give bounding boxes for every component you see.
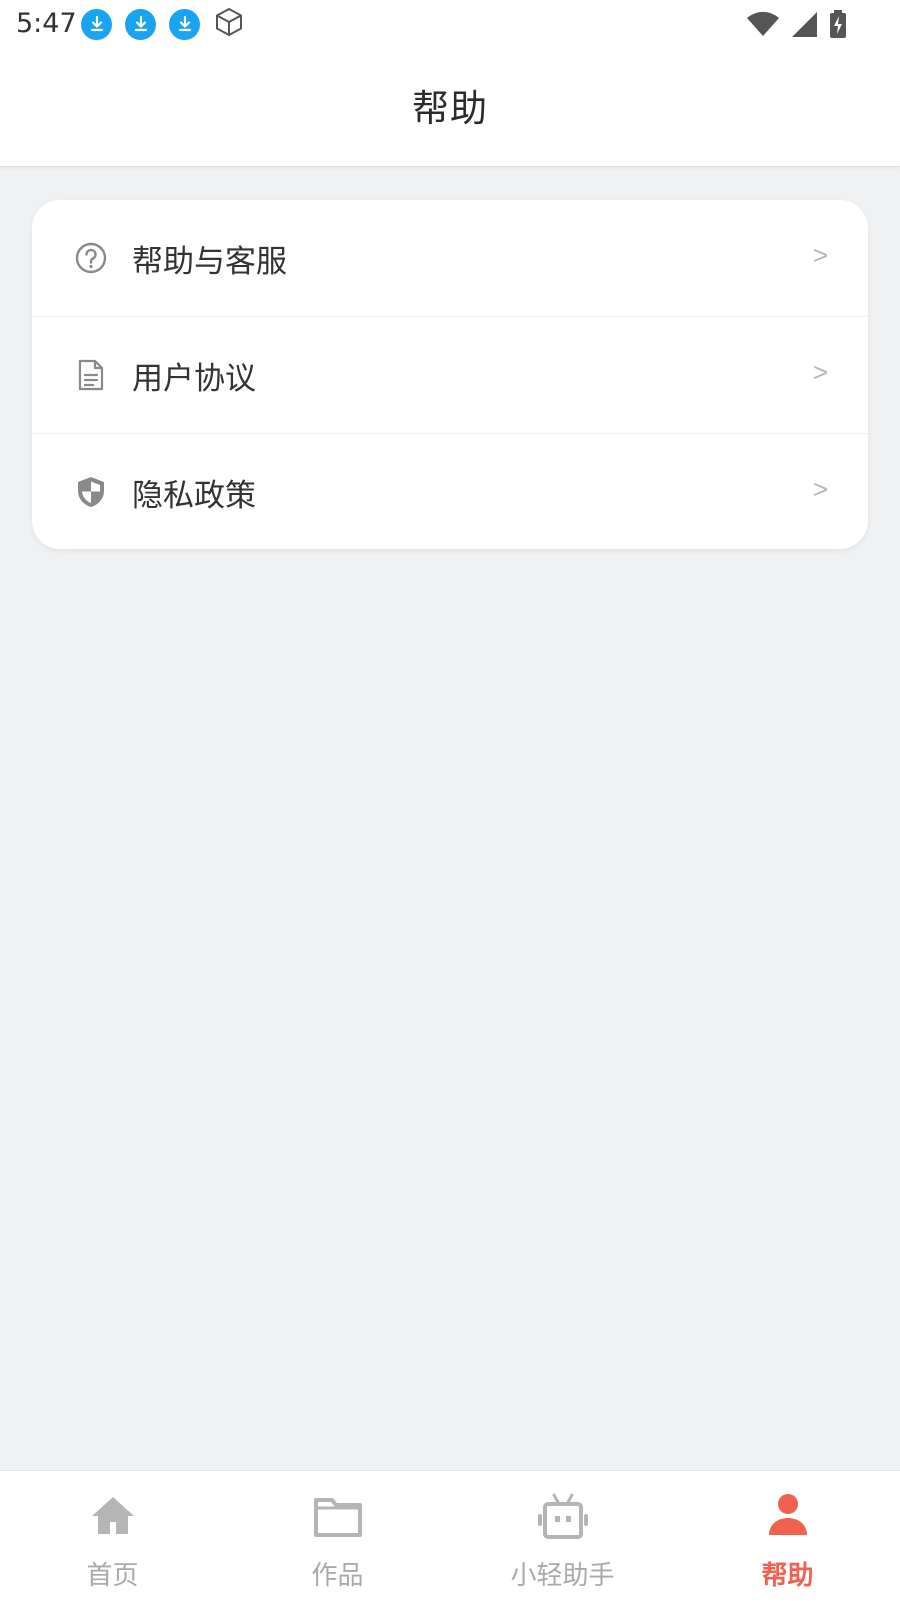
wifi-icon	[746, 10, 780, 42]
menu-item-user-agreement[interactable]: 用户协议 >	[32, 316, 868, 433]
status-time: 5:47	[16, 8, 77, 39]
notification-icons	[81, 8, 245, 40]
download-icon	[81, 8, 112, 40]
status-bar: 5:47	[0, 0, 900, 50]
box-icon	[213, 6, 245, 42]
menu-item-label: 隐私政策	[132, 478, 256, 514]
document-icon	[74, 358, 108, 392]
menu-item-label: 帮助与客服	[132, 244, 287, 280]
nav-item-help[interactable]: 帮助	[675, 1471, 900, 1601]
folder-icon	[311, 1491, 365, 1541]
chevron-right-icon: >	[812, 240, 828, 270]
download-icon	[169, 8, 200, 40]
nav-label: 帮助	[761, 1561, 814, 1591]
page-title: 帮助	[412, 87, 488, 130]
menu-item-privacy-policy[interactable]: 隐私政策 >	[32, 433, 868, 549]
download-icon	[125, 8, 156, 40]
robot-icon	[536, 1491, 590, 1541]
nav-label: 作品	[311, 1561, 364, 1591]
shield-icon	[74, 475, 108, 509]
bottom-nav: 首页 作品 小轻助手 帮助	[0, 1470, 900, 1601]
menu-item-help-support[interactable]: 帮助与客服 >	[32, 200, 868, 316]
nav-label: 小轻助手	[510, 1561, 615, 1591]
chevron-right-icon: >	[812, 357, 828, 387]
chevron-right-icon: >	[812, 474, 828, 504]
app-header: 帮助	[0, 50, 900, 167]
nav-item-home[interactable]: 首页	[0, 1471, 225, 1601]
nav-item-works[interactable]: 作品	[225, 1471, 450, 1601]
signal-icon	[790, 10, 818, 42]
nav-item-assistant[interactable]: 小轻助手	[450, 1471, 675, 1601]
system-icons	[746, 9, 848, 43]
menu-item-label: 用户协议	[132, 361, 256, 397]
person-icon	[761, 1491, 815, 1541]
help-circle-icon	[74, 241, 108, 275]
home-icon	[86, 1491, 140, 1541]
nav-label: 首页	[86, 1561, 139, 1591]
help-menu-card: 帮助与客服 > 用户协议 > 隐私政策 >	[32, 200, 868, 549]
battery-charging-icon	[828, 9, 848, 43]
